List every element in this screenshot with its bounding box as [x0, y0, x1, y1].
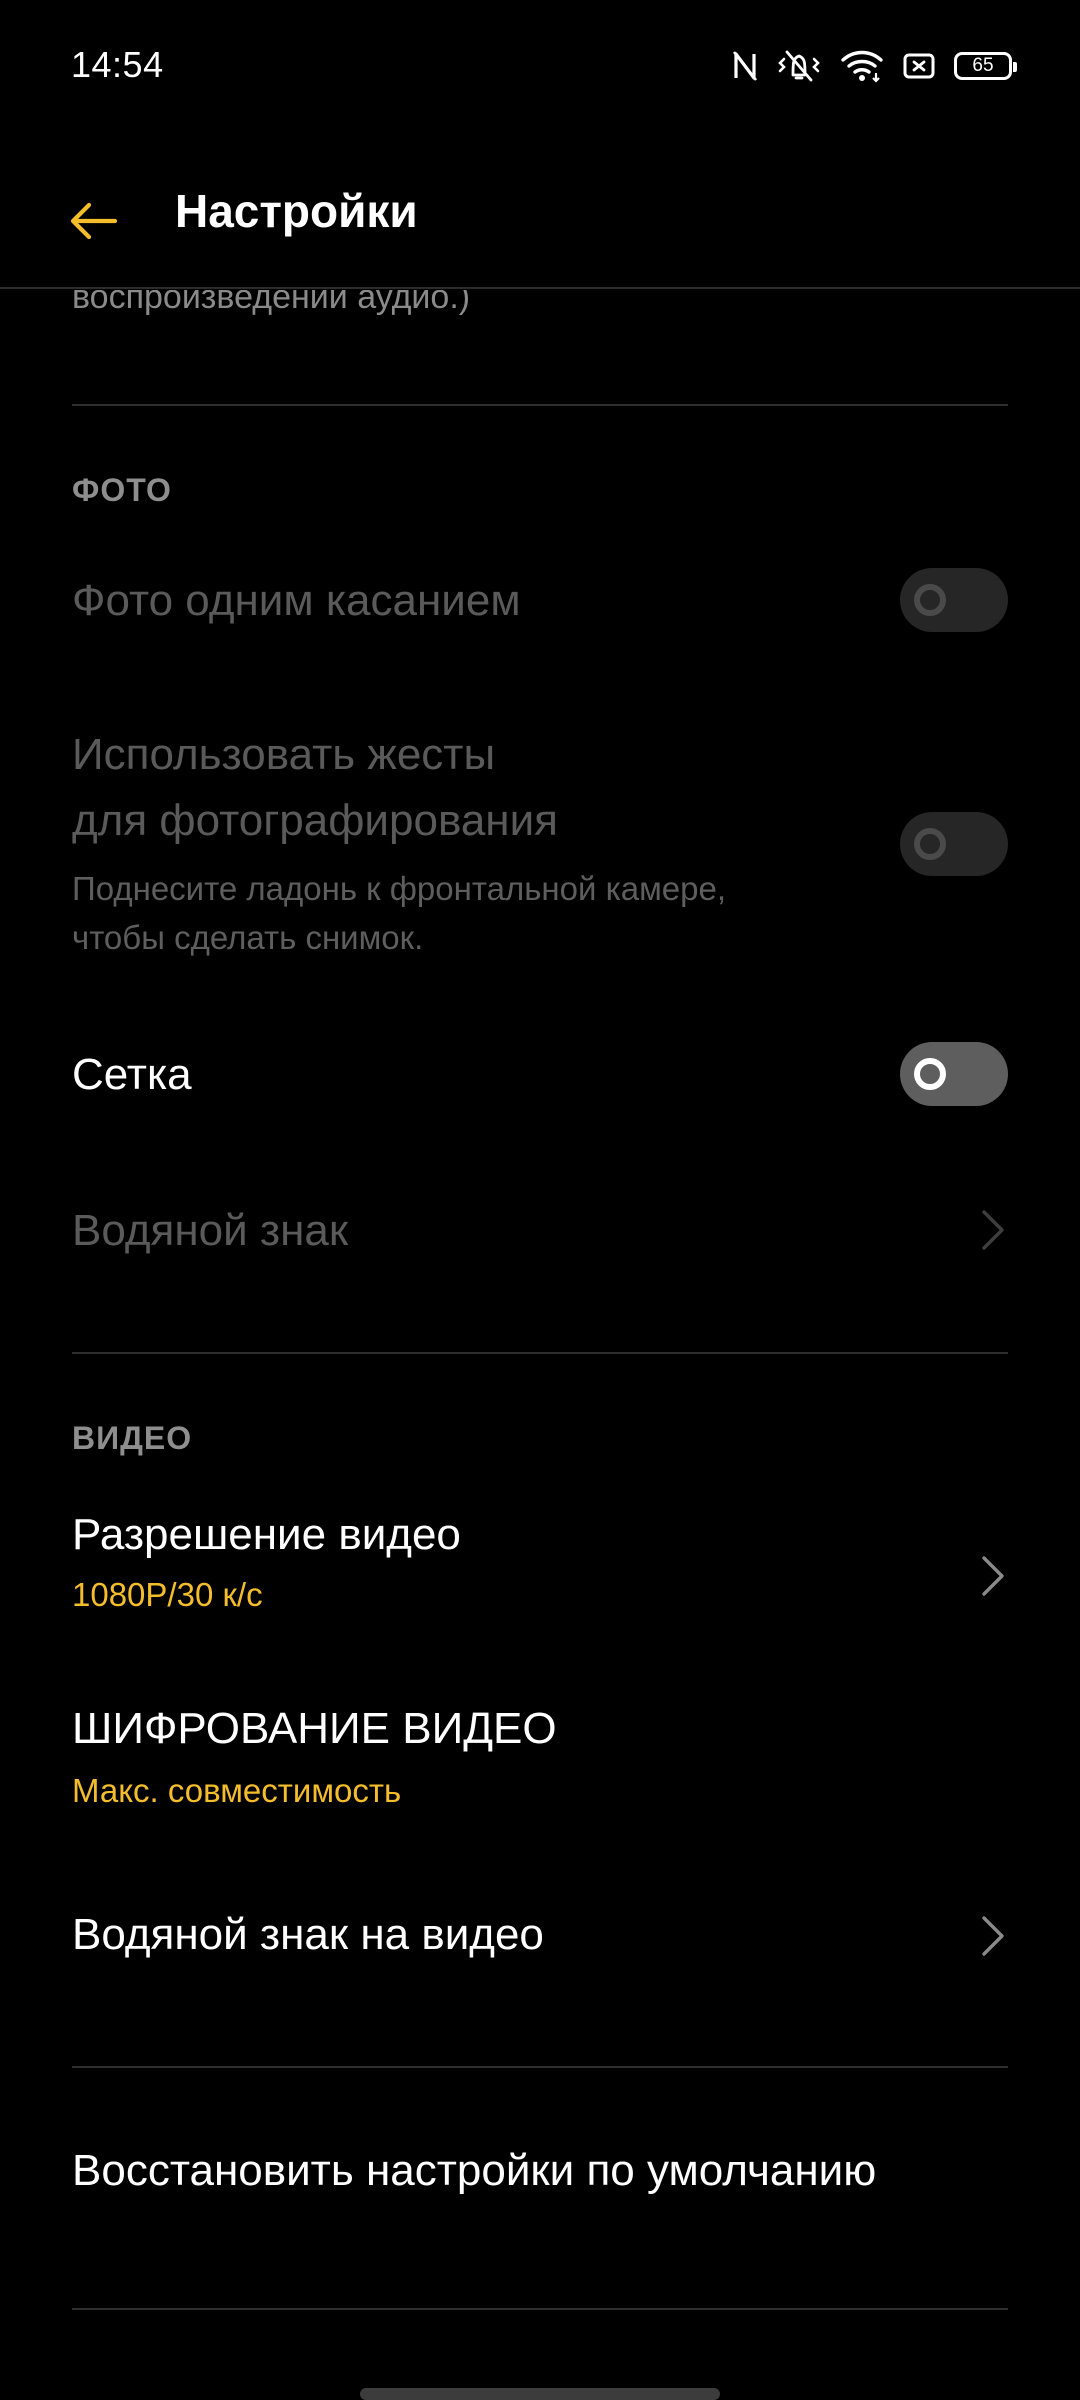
setting-video-resolution[interactable]: Разрешение видео 1080P/30 к/с [0, 1510, 1080, 1680]
wifi-icon [840, 49, 884, 83]
section-header-photo: ФОТО [72, 472, 172, 508]
nfc-icon [732, 50, 758, 82]
toggle-knob [914, 828, 946, 860]
status-bar: 14:54 65 [0, 0, 1080, 130]
setting-gesture-photo[interactable]: Использовать жесты для фотографирования … [0, 720, 1080, 980]
section-header-video: ВИДЕО [72, 1420, 193, 1456]
gesture-photo-toggle[interactable] [900, 812, 1008, 876]
arrow-left-icon [70, 202, 118, 240]
setting-value: Макс. совместимость [72, 1772, 402, 1809]
setting-title: Разрешение видео [72, 1510, 461, 1559]
setting-title: Водяной знак [72, 1206, 349, 1255]
setting-description-line2: чтобы сделать снимок. [72, 919, 424, 956]
status-time: 14:54 [71, 44, 164, 85]
back-button[interactable] [50, 178, 136, 264]
settings-list[interactable]: воспроизведении аудио.) ФОТО Фото одним … [0, 290, 1080, 2400]
setting-grid[interactable]: Сетка [0, 1030, 1080, 1150]
app-bar: Настройки [0, 130, 1080, 289]
setting-title: ШИФРОВАНИЕ ВИДЕО [72, 1704, 557, 1753]
setting-video-encoding[interactable]: ШИФРОВАНИЕ ВИДЕО Макс. совместимость [0, 1704, 1080, 1874]
setting-value: 1080P/30 к/с [72, 1576, 263, 1613]
setting-one-touch-photo[interactable]: Фото одним касанием [0, 560, 1080, 680]
divider [72, 404, 1008, 406]
setting-watermark[interactable]: Водяной знак [0, 1190, 1080, 1310]
status-icons: 65 [732, 46, 1017, 86]
chevron-right-icon [982, 1556, 1004, 1596]
setting-title: Сетка [72, 1050, 192, 1099]
reset-defaults-button[interactable]: Восстановить настройки по умолчанию [0, 2130, 1080, 2260]
setting-title-line2: для фотографирования [72, 796, 558, 845]
setting-description-line1: Поднесите ладонь к фронтальной камере, [72, 870, 727, 907]
clipped-description: воспроизведении аудио.) [72, 290, 471, 316]
chevron-right-icon [982, 1210, 1004, 1250]
reset-defaults-label: Восстановить настройки по умолчанию [72, 2146, 877, 2195]
chevron-right-icon [982, 1916, 1004, 1956]
one-touch-photo-toggle[interactable] [900, 568, 1008, 632]
toggle-knob [914, 1058, 946, 1090]
setting-video-watermark[interactable]: Водяной знак на видео [0, 1894, 1080, 2024]
battery-icon: 65 [954, 52, 1017, 80]
toggle-knob [914, 584, 946, 616]
setting-title: Водяной знак на видео [72, 1910, 544, 1959]
mute-vibrate-icon [776, 49, 822, 83]
setting-title: Фото одним касанием [72, 576, 521, 625]
grid-toggle[interactable] [900, 1042, 1008, 1106]
divider [72, 2066, 1008, 2068]
divider [72, 2308, 1008, 2310]
setting-title-line1: Использовать жесты [72, 730, 496, 779]
page-title: Настройки [175, 185, 418, 237]
app-bar-divider [0, 287, 1080, 289]
sim-icon [902, 51, 936, 81]
divider [72, 1352, 1008, 1354]
home-indicator[interactable] [360, 2388, 720, 2400]
